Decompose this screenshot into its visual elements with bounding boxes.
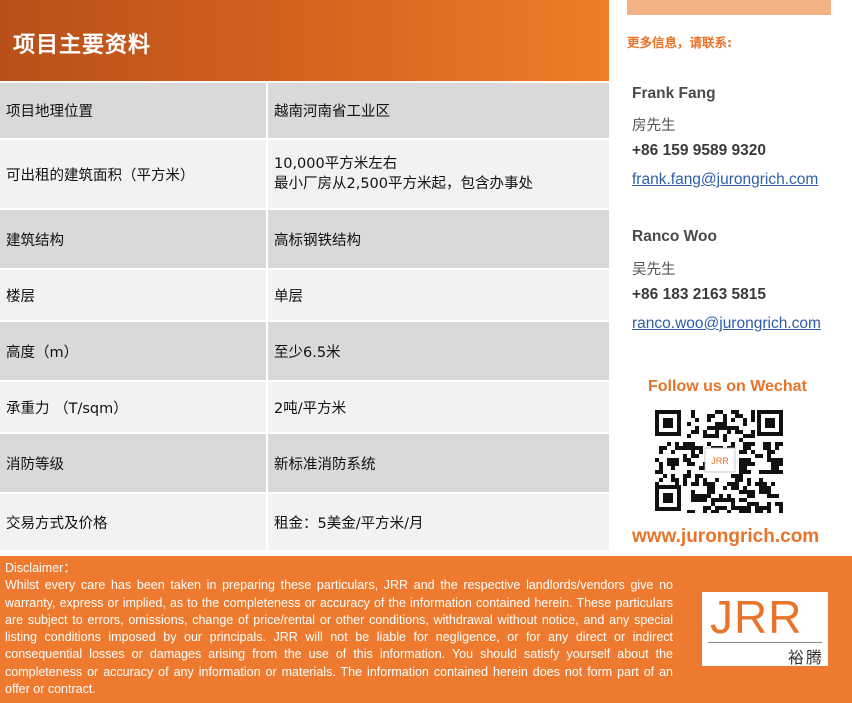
table-row: 高度（m） 至少6.5米 <box>0 322 609 382</box>
table-row: 可出租的建筑面积（平方米） 10,000平方米左右 最小厂房从2,500平方米起… <box>0 140 609 210</box>
row-label: 可出租的建筑面积（平方米） <box>0 140 266 208</box>
logo-text: JRR <box>710 591 803 643</box>
contact-name: Ranco Woo <box>632 228 717 245</box>
contact-cn-name: 吴先生 <box>632 262 676 278</box>
wechat-qr-code-icon: JRR <box>653 408 785 513</box>
table-row: 承重力 （T/sqm） 2吨/平方米 <box>0 382 609 434</box>
disclaimer-title: Disclaimer： <box>5 561 76 575</box>
row-value: 2吨/平方米 <box>268 382 609 432</box>
panel-top-bar <box>627 0 831 15</box>
row-label: 高度（m） <box>0 322 266 380</box>
wechat-follow-label: Follow us on Wechat <box>648 378 807 395</box>
row-value: 新标准消防系统 <box>268 434 609 492</box>
row-label: 承重力 （T/sqm） <box>0 382 266 432</box>
table-row: 建筑结构 高标钢铁结构 <box>0 210 609 270</box>
table-row: 楼层 单层 <box>0 270 609 322</box>
table-row: 交易方式及价格 租金：5美金/平方米/月 <box>0 494 609 552</box>
qr-logo-text: JRR <box>711 456 729 466</box>
disclaimer-body: Whilst every care has been taken in prep… <box>5 578 673 697</box>
contact-cn-name: 房先生 <box>632 118 676 134</box>
row-value: 越南河南省工业区 <box>268 83 609 138</box>
row-label: 消防等级 <box>0 434 266 492</box>
contact-phone: +86 183 2163 5815 <box>632 286 767 303</box>
disclaimer-text: Disclaimer： Whilst every care has been t… <box>5 560 673 698</box>
row-label: 建筑结构 <box>0 210 266 268</box>
jrr-logo: JRR 裕腾 <box>702 591 828 667</box>
row-value-line: 最小厂房从2,500平方米起，包含办事处 <box>274 176 534 192</box>
row-value: 高标钢铁结构 <box>268 210 609 268</box>
row-label: 交易方式及价格 <box>0 494 266 550</box>
logo-subtext: 裕腾 <box>787 648 824 667</box>
contact-heading: 更多信息，请联系: <box>627 35 732 50</box>
row-value: 租金：5美金/平方米/月 <box>268 494 609 550</box>
contact-phone: +86 159 9589 9320 <box>632 142 767 159</box>
section-header: 项目主要资料 <box>0 0 609 81</box>
row-value: 10,000平方米左右 最小厂房从2,500平方米起，包含办事处 <box>268 140 609 208</box>
contact-email-link[interactable]: ranco.woo@jurongrich.com <box>632 315 821 333</box>
logo-divider <box>708 642 822 643</box>
row-label: 楼层 <box>0 270 266 320</box>
row-value: 单层 <box>268 270 609 320</box>
contact-email-link[interactable]: frank.fang@jurongrich.com <box>632 171 818 189</box>
page-title: 项目主要资料 <box>13 33 152 58</box>
property-table: 项目地理位置 越南河南省工业区 可出租的建筑面积（平方米） 10,000平方米左… <box>0 83 609 552</box>
table-row: 消防等级 新标准消防系统 <box>0 434 609 494</box>
disclaimer-footer: Disclaimer： Whilst every care has been t… <box>0 556 852 703</box>
table-row: 项目地理位置 越南河南省工业区 <box>0 83 609 140</box>
row-value-line: 10,000平方米左右 <box>274 156 398 172</box>
contact-name: Frank Fang <box>632 85 716 102</box>
row-value: 至少6.5米 <box>268 322 609 380</box>
website-link[interactable]: www.jurongrich.com <box>632 526 819 548</box>
row-label: 项目地理位置 <box>0 83 266 138</box>
